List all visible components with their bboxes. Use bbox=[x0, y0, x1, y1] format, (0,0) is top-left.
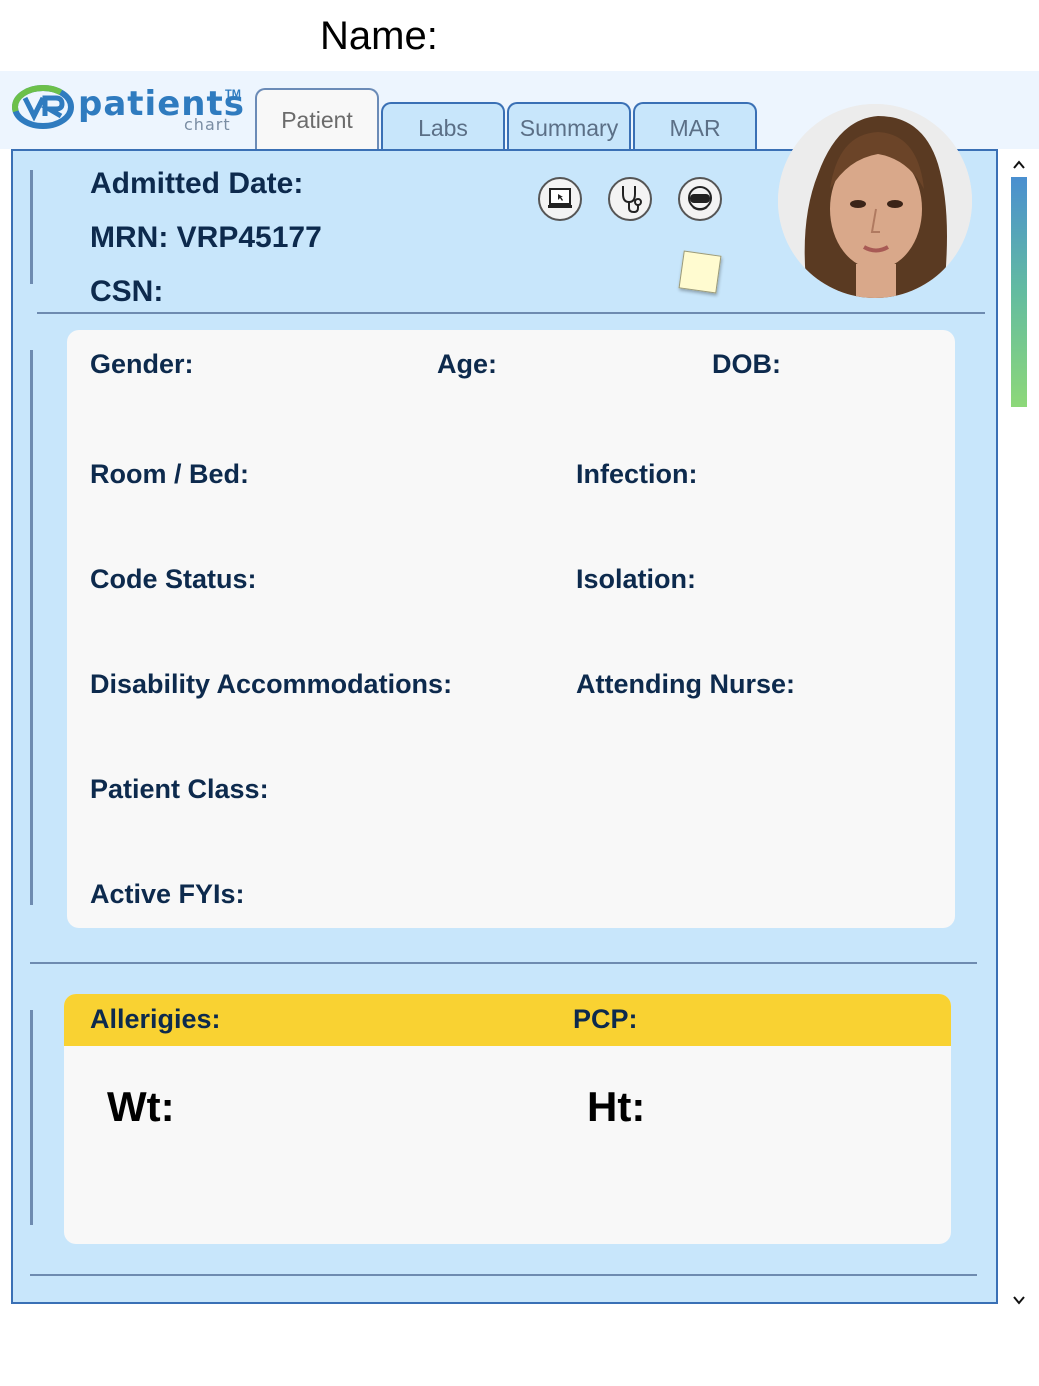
monitor-icon[interactable] bbox=[538, 177, 582, 221]
active-fyis-label: Active FYIs: bbox=[90, 879, 245, 909]
sticky-note-icon[interactable] bbox=[678, 250, 722, 294]
scroll-down-icon[interactable] bbox=[1010, 1290, 1028, 1308]
scroll-up-icon[interactable] bbox=[1010, 155, 1028, 173]
section-divider-vertical bbox=[30, 350, 33, 905]
disability-accommodations-label: Disability Accommodations: bbox=[90, 669, 453, 699]
section-divider-horizontal bbox=[37, 312, 985, 314]
allergies-label: Allerigies: bbox=[90, 1004, 221, 1034]
dob-label: DOB: bbox=[712, 349, 781, 379]
stethoscope-icon[interactable] bbox=[608, 177, 652, 221]
height-label: Ht: bbox=[587, 1083, 646, 1130]
patient-class-label: Patient Class: bbox=[90, 774, 269, 804]
isolation-label: Isolation: bbox=[576, 564, 696, 594]
infection-label: Infection: bbox=[576, 459, 698, 489]
stethoscope-icon-glyph bbox=[622, 186, 642, 214]
attending-nurse-label: Attending Nurse: bbox=[576, 669, 795, 699]
section-divider-horizontal bbox=[30, 962, 977, 964]
vr-headset-icon-glyph bbox=[688, 186, 712, 211]
section-divider-vertical bbox=[30, 170, 33, 284]
pcp-label: PCP: bbox=[573, 1004, 638, 1034]
tab-labs[interactable]: Labs bbox=[381, 102, 505, 152]
room-bed-label: Room / Bed: bbox=[90, 459, 249, 489]
mrn-label: MRN: VRP45177 bbox=[90, 221, 322, 254]
csn-label: CSN: bbox=[90, 275, 164, 308]
section-divider-vertical bbox=[30, 1010, 33, 1225]
age-label: Age: bbox=[437, 349, 497, 379]
patient-name-label: Name: bbox=[320, 14, 438, 58]
vrpatients-logo: patients chart TM bbox=[12, 82, 247, 134]
section-divider-horizontal bbox=[30, 1274, 977, 1276]
patient-avatar bbox=[778, 104, 972, 298]
vr-logo-icon bbox=[12, 85, 74, 129]
patient-portrait-image bbox=[778, 104, 972, 298]
code-status-label: Code Status: bbox=[90, 564, 257, 594]
chevron-up-icon bbox=[1013, 160, 1025, 169]
tab-summary[interactable]: Summary bbox=[507, 102, 631, 152]
chevron-down-icon bbox=[1013, 1296, 1025, 1305]
scrollbar-thumb[interactable] bbox=[1011, 177, 1027, 407]
tab-patient[interactable]: Patient bbox=[255, 88, 379, 150]
gender-label: Gender: bbox=[90, 349, 194, 379]
weight-label: Wt: bbox=[107, 1083, 175, 1130]
admitted-date-label: Admitted Date: bbox=[90, 167, 304, 200]
vr-headset-icon[interactable] bbox=[678, 177, 722, 221]
patient-details-card bbox=[67, 330, 955, 928]
tab-mar[interactable]: MAR bbox=[633, 102, 757, 152]
monitor-icon-glyph bbox=[548, 188, 572, 208]
logo-subtitle: chart bbox=[184, 115, 231, 134]
logo-trademark: TM bbox=[225, 88, 241, 100]
